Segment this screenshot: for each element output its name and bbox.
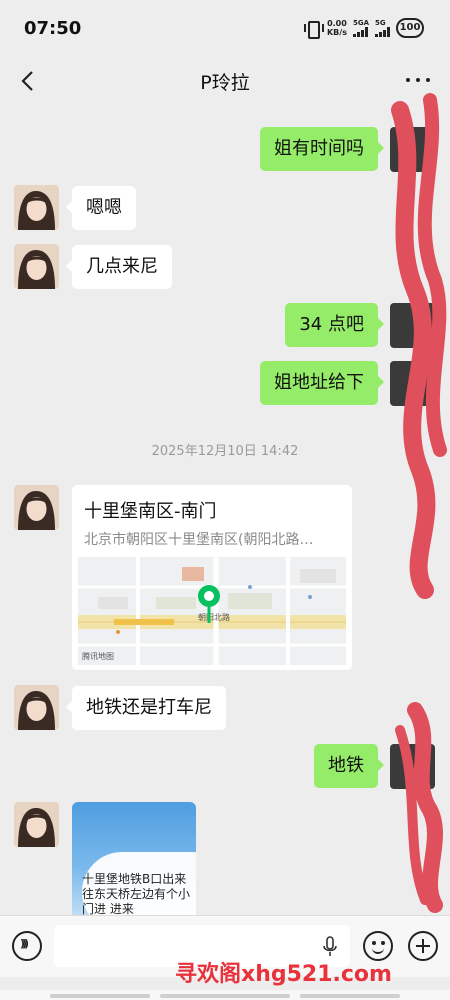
message-outgoing[interactable]: 34 点吧	[285, 303, 384, 347]
signal-bars-icon	[352, 27, 368, 37]
contact-avatar[interactable]	[14, 244, 59, 289]
contact-avatar[interactable]	[14, 685, 59, 730]
location-title: 十里堡南区-南门	[84, 501, 217, 522]
chat-title: P玲拉	[200, 72, 250, 94]
plus-icon[interactable]	[408, 931, 438, 961]
map-provider-label: 腾讯地图	[82, 652, 114, 661]
message-outgoing[interactable]: 姐地址给下	[260, 361, 384, 405]
location-map[interactable]: 朝阳北路 腾讯地图	[78, 557, 346, 665]
photo-message[interactable]: 十里堡地铁B口出来 往东天桥左边有个小门进 进来	[72, 802, 196, 920]
location-message-card[interactable]: 十里堡南区-南门 北京市朝阳区十里堡南区(朝阳北路… 朝阳北路 腾讯地图	[72, 485, 352, 670]
message-incoming[interactable]: 地铁还是打车尼	[66, 686, 226, 730]
contact-avatar[interactable]	[14, 185, 59, 230]
signal-bars-icon	[375, 27, 390, 37]
message-outgoing[interactable]: 地铁	[314, 744, 384, 788]
location-pin-icon	[196, 583, 222, 629]
redaction-scribble	[391, 93, 447, 913]
nav-pill[interactable]	[300, 994, 400, 998]
status-icons: 0.00 KB/s 5GA 5G 100	[303, 18, 424, 39]
message-incoming[interactable]: 几点来尼	[66, 245, 172, 289]
my-avatar[interactable]	[390, 127, 435, 172]
signal-sim2: 5G	[375, 19, 390, 37]
network-speed-value: 0.00	[327, 19, 347, 28]
watermark: 寻欢阁xhg521.com	[175, 962, 392, 987]
network-speed: 0.00 KB/s	[327, 19, 347, 37]
status-time: 07:50	[24, 18, 82, 39]
my-avatar[interactable]	[390, 744, 435, 789]
nav-pill[interactable]	[160, 994, 290, 998]
system-nav-bar	[0, 990, 450, 1000]
more-icon[interactable]	[406, 78, 430, 84]
status-bar: 07:50 0.00 KB/s 5GA 5G 100	[0, 0, 450, 56]
photo-caption: 十里堡地铁B口出来 往东天桥左边有个小门进 进来	[82, 872, 191, 916]
message-incoming[interactable]: 嗯嗯	[66, 186, 136, 230]
network-speed-unit: KB/s	[326, 28, 347, 37]
vibrate-icon	[303, 20, 324, 39]
mic-icon[interactable]	[322, 936, 338, 958]
signal-sim2-label: 5G	[375, 19, 386, 27]
message-outgoing[interactable]: 姐有时间吗	[260, 127, 384, 171]
battery-icon: 100	[396, 18, 424, 38]
message-timestamp: 2025年12月10日 14:42	[151, 444, 299, 459]
contact-avatar[interactable]	[14, 485, 59, 530]
signal-sim1: 5GA	[352, 19, 369, 37]
my-avatar[interactable]	[390, 303, 435, 348]
signal-sim1-label: 5GA	[352, 19, 369, 27]
my-avatar[interactable]	[390, 361, 435, 406]
contact-avatar[interactable]	[14, 802, 59, 847]
nav-pill[interactable]	[50, 994, 150, 998]
location-address: 北京市朝阳区十里堡南区(朝阳北路…	[84, 532, 314, 548]
voice-icon[interactable]	[12, 931, 42, 961]
chat-header: P玲拉	[0, 56, 450, 106]
